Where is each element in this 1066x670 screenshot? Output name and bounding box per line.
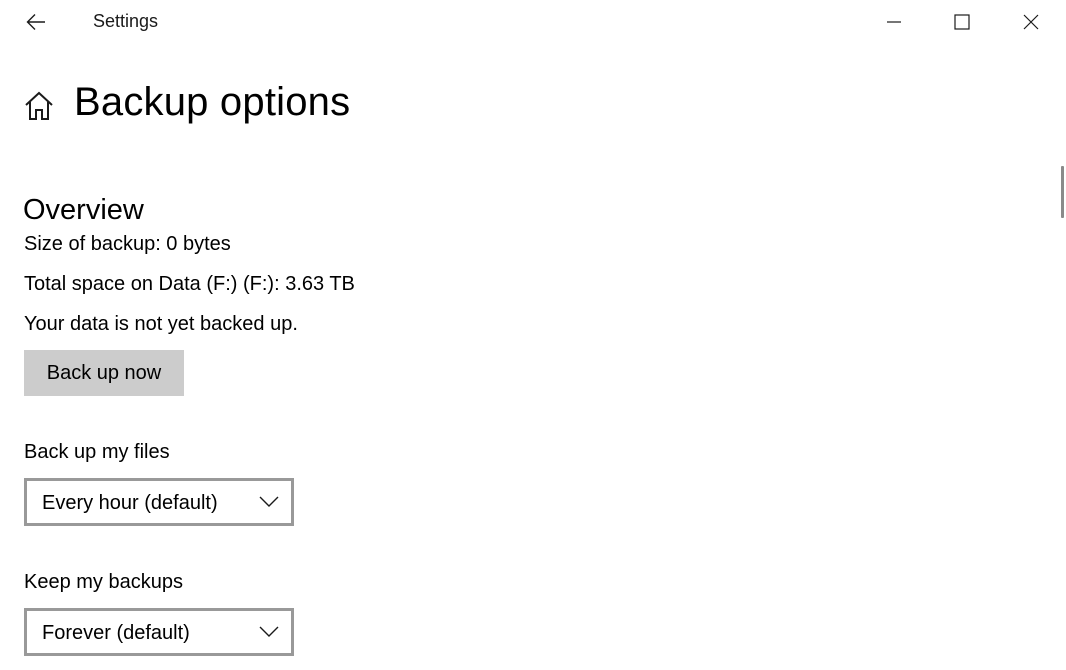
- backup-frequency-value: Every hour (default): [42, 492, 218, 514]
- window-title: Settings: [93, 11, 159, 31]
- keep-backups-label: Keep my backups: [24, 571, 183, 593]
- back-button[interactable]: [16, 4, 56, 40]
- settings-window: Settings Backup options Overview Size of…: [0, 0, 1066, 670]
- overview-heading: Overview: [23, 194, 144, 226]
- backup-size-text: Size of backup: 0 bytes: [24, 233, 231, 255]
- title-bar: Settings: [0, 0, 1066, 44]
- total-space-text: Total space on Data (F:) (F:): 3.63 TB: [24, 273, 355, 295]
- page-title: Backup options: [74, 80, 351, 124]
- close-button[interactable]: [997, 0, 1065, 44]
- backup-frequency-dropdown[interactable]: Every hour (default): [24, 478, 294, 526]
- home-icon[interactable]: [24, 90, 54, 122]
- keep-backups-value: Forever (default): [42, 622, 190, 644]
- chevron-down-icon: [259, 496, 279, 507]
- maximize-icon: [954, 14, 970, 30]
- backup-status-text: Your data is not yet backed up.: [24, 313, 298, 335]
- keep-backups-dropdown[interactable]: Forever (default): [24, 608, 294, 656]
- chevron-down-icon: [259, 626, 279, 637]
- minimize-icon: [887, 21, 901, 23]
- minimize-button[interactable]: [860, 0, 928, 44]
- backup-frequency-label: Back up my files: [24, 441, 170, 463]
- back-up-now-button[interactable]: Back up now: [24, 350, 184, 396]
- maximize-button[interactable]: [928, 0, 996, 44]
- close-icon: [1023, 14, 1039, 30]
- back-arrow-icon: [26, 14, 45, 30]
- scrollbar-thumb[interactable]: [1061, 166, 1064, 218]
